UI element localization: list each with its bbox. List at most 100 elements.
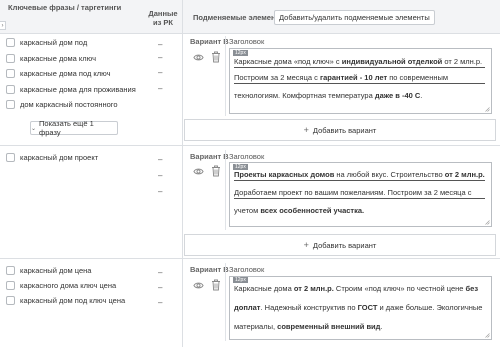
campaign-data-value: –: [158, 283, 163, 292]
add-variant-button[interactable]: + Добавить вариант: [184, 119, 496, 141]
collapse-chevron-icon[interactable]: ›: [0, 21, 6, 30]
column-divider: [182, 0, 183, 34]
ad-text-editor[interactable]: 12px Каркасные дома от 2 млн.р. Строим «…: [229, 276, 492, 340]
keyword-checkbox[interactable]: [6, 68, 15, 78]
ad-text-line: Проекты каркасных домов на любой вкус. С…: [234, 169, 485, 181]
keyword-checkbox[interactable]: [6, 84, 15, 94]
ad-text-line: технологиям. Комфортная температура даже…: [234, 90, 485, 102]
resize-handle-icon[interactable]: [485, 333, 490, 338]
campaign-data-value: –: [158, 171, 163, 180]
data-title-line2: из РК: [152, 18, 173, 27]
campaign-data-value: –: [158, 68, 163, 77]
keyword-row[interactable]: каркасный дом под: [6, 37, 87, 47]
variant-label: Вариант B: [190, 152, 229, 161]
keyword-label: каркасный дом под ключ цена: [20, 295, 126, 305]
keyword-label: каркасные дома ключ: [20, 53, 97, 63]
ad-text-segment: . Надежный конструктив по: [260, 303, 358, 312]
campaign-data-value: –: [158, 84, 163, 93]
keyword-checkbox[interactable]: [6, 99, 15, 109]
keyword-checkbox[interactable]: [6, 37, 15, 47]
row-divider: [0, 145, 500, 146]
ad-text-line: Каркасные дома «под ключ» с индивидуальн…: [234, 56, 485, 68]
variant-divider: [225, 36, 226, 116]
keyword-row[interactable]: каркасный дом проект: [6, 152, 98, 162]
ad-text-bold-segment: Проекты каркасных домов: [234, 170, 335, 179]
field-label: Заголовок: [229, 37, 265, 46]
ad-text-line: Каркасные дома от 2 млн.р. Строим «под к…: [234, 283, 485, 295]
ad-text-line: учетом всех особенностей участка.: [234, 205, 485, 217]
row-divider: [0, 258, 500, 259]
ad-text-line: Построим за 2 месяца с гарантией - 10 ле…: [234, 72, 485, 84]
keyword-row[interactable]: каркасные дома ключ: [6, 53, 96, 63]
keyword-row[interactable]: каркасные дома для проживания: [6, 84, 136, 94]
campaign-data-value: –: [158, 187, 163, 196]
keyword-label: дом каркасный постоянного: [20, 99, 118, 109]
keyword-label: каркасный дом проект: [20, 152, 99, 162]
ad-text-bold-segment: доплат: [234, 303, 261, 312]
eye-icon[interactable]: [193, 52, 204, 63]
eye-icon[interactable]: [193, 280, 204, 291]
ad-text-segment: материалы,: [234, 322, 278, 331]
ad-text-editor[interactable]: 12px Каркасные дома «под ключ» с индивид…: [229, 48, 492, 114]
keyword-label: каркасные дома для проживания: [20, 84, 136, 94]
ad-text-line: доплат. Надежный конструктив по ГОСТ и д…: [234, 302, 485, 314]
ad-text-segment: Доработаем проект по вашим пожеланиям. П…: [234, 188, 472, 197]
ad-text-segment: технологиям. Комфортная температура: [234, 91, 375, 100]
show-more-button[interactable]: ⌄ Показать ещё 1 фразу: [30, 119, 118, 137]
keyword-checkbox[interactable]: [6, 53, 15, 63]
table-header: Ключевые фразы / таргетинги › Данные из …: [0, 0, 500, 34]
keyword-row[interactable]: каркасного дома ключ цена: [6, 280, 116, 290]
ad-text-segment: по современным: [387, 73, 449, 82]
variant-label: Вариант B: [190, 265, 229, 274]
keyword-checkbox[interactable]: [6, 265, 15, 275]
data-column-title: Данные из РК: [148, 9, 178, 27]
ad-text-segment: Построим за 2 месяца с: [234, 73, 320, 82]
keywords-column-title: Ключевые фразы / таргетинги: [8, 3, 122, 12]
ad-text-bold-segment: без: [465, 284, 479, 293]
ad-text-editor[interactable]: 12px Проекты каркасных домов на любой вк…: [229, 162, 492, 227]
data-title-line1: Данные: [148, 9, 178, 18]
ad-text-bold-segment: от 2 млн.р.: [444, 170, 485, 179]
keyword-label: каркасный дом цена: [20, 265, 92, 275]
ad-text-segment: на любой вкус. Строительство: [334, 170, 445, 179]
ad-text-segment: Каркасные дома: [234, 284, 294, 293]
show-more-label: Показать ещё 1 фразу: [39, 119, 94, 137]
ad-text-segment: и даже больше. Экологичные: [377, 303, 483, 312]
keyword-checkbox[interactable]: [6, 295, 15, 305]
add-remove-elements-button[interactable]: Добавить/удалить подменяемые элементы: [274, 10, 435, 25]
field-label: Заголовок: [229, 265, 265, 274]
campaign-data-value: –: [158, 53, 163, 62]
ad-text-bold-segment: гарантией - 10 лет: [320, 73, 388, 82]
add-variant-button[interactable]: + Добавить вариант: [184, 234, 496, 256]
plus-icon: +: [303, 125, 309, 135]
keyword-row[interactable]: каркасный дом цена: [6, 265, 91, 275]
resize-handle-icon[interactable]: [485, 107, 490, 112]
add-variant-label: Добавить вариант: [312, 125, 377, 135]
keyword-label: каркасный дом под: [20, 37, 88, 47]
ad-text-segment: от 2 млн.р.: [442, 57, 483, 66]
keyword-checkbox[interactable]: [6, 152, 15, 162]
plus-icon: +: [303, 240, 309, 250]
ad-text-segment: .: [420, 91, 423, 100]
ad-text-bold-segment: от 2 млн.р.: [293, 284, 334, 293]
ad-text-segment: Строим «под ключ» по честной цене: [333, 284, 466, 293]
resize-handle-icon[interactable]: [485, 220, 490, 225]
keyword-row[interactable]: дом каркасный постоянного: [6, 99, 118, 109]
chevron-down-icon: ⌄: [31, 125, 37, 132]
field-label: Заголовок: [229, 152, 265, 161]
keyword-label: каркасного дома ключ цена: [20, 280, 117, 290]
ad-text-bold-segment: всех особенностей участка.: [260, 206, 365, 215]
trash-icon[interactable]: [211, 165, 221, 177]
variant-divider: [225, 263, 226, 341]
ad-text-line: материалы, современный внешний вид.: [234, 321, 485, 333]
keyword-label: каркасные дома под ключ: [20, 68, 111, 78]
ad-text-bold-segment: даже в -40 С: [374, 91, 421, 100]
keyword-checkbox[interactable]: [6, 280, 15, 290]
column-divider: [182, 34, 183, 347]
eye-icon[interactable]: [193, 166, 204, 177]
keyword-row[interactable]: каркасный дом под ключ цена: [6, 295, 125, 305]
trash-icon[interactable]: [211, 279, 221, 291]
campaign-data-value: –: [158, 298, 163, 307]
trash-icon[interactable]: [211, 51, 221, 63]
keyword-row[interactable]: каркасные дома под ключ: [6, 68, 111, 78]
